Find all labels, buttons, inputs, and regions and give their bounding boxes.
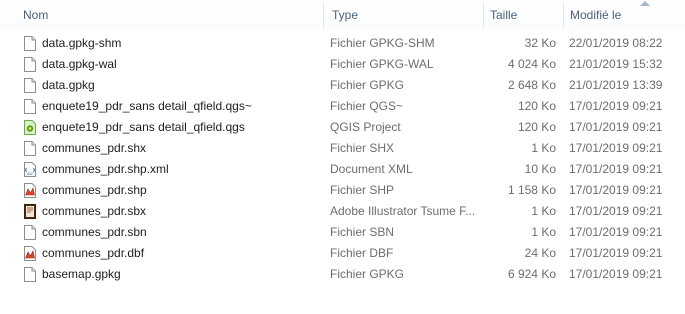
column-header-name[interactable]: Nom bbox=[17, 0, 322, 30]
file-modified-date: 21/01/2019 15:32 bbox=[569, 57, 663, 71]
file-type: Fichier GPKG-WAL bbox=[330, 57, 434, 71]
file-name: data.gpkg-wal bbox=[42, 57, 117, 71]
column-header-size[interactable]: Taille bbox=[484, 0, 562, 30]
file-row[interactable]: data.gpkg-shm Fichier GPKG-SHM 32 Ko 22/01/… bbox=[0, 33, 685, 54]
file-type: Fichier QGS~ bbox=[330, 99, 404, 113]
sort-ascending-icon bbox=[640, 1, 650, 6]
file-row[interactable]: communes_pdr.shx Fichier SHX 1 Ko 17/01/201… bbox=[0, 138, 685, 159]
file-modified-date: 17/01/2019 09:21 bbox=[569, 246, 663, 260]
file-size: 1 Ko bbox=[531, 225, 556, 239]
file-type: Fichier GPKG bbox=[330, 267, 405, 281]
file-name: communes_pdr.dbf bbox=[42, 246, 145, 260]
file-name: communes_pdr.sbx bbox=[42, 204, 147, 218]
xml-document-icon bbox=[24, 162, 36, 177]
file-row[interactable]: enquete19_pdr_sans detail_qfield.qgs~ Fic… bbox=[0, 96, 685, 117]
file-name: communes_pdr.shp bbox=[42, 183, 147, 197]
generic-file-icon bbox=[24, 99, 36, 114]
file-type: Fichier SHP bbox=[330, 183, 395, 197]
file-modified-date: 17/01/2019 09:21 bbox=[569, 141, 663, 155]
file-name: communes_pdr.shx bbox=[42, 141, 147, 155]
file-modified-date: 17/01/2019 09:21 bbox=[569, 267, 663, 281]
column-header-modified[interactable]: Modifié le bbox=[564, 0, 684, 30]
file-modified-date: 17/01/2019 09:21 bbox=[569, 225, 663, 239]
file-size: 1 Ko bbox=[531, 141, 556, 155]
generic-file-icon bbox=[24, 78, 36, 93]
file-type: Fichier GPKG bbox=[330, 78, 405, 92]
file-name: enquete19_pdr_sans detail_qfield.qgs~ bbox=[42, 99, 252, 113]
file-size: 4 024 Ko bbox=[507, 57, 556, 71]
file-row[interactable]: communes_pdr.dbf Fichier DBF 24 Ko 17/01/20… bbox=[0, 243, 685, 264]
generic-file-icon bbox=[24, 267, 36, 282]
file-modified-date: 17/01/2019 09:21 bbox=[569, 183, 663, 197]
file-size: 2 648 Ko bbox=[507, 78, 556, 92]
file-modified-date: 17/01/2019 09:21 bbox=[569, 120, 663, 134]
file-row[interactable]: data.gpkg Fichier GPKG 2 648 Ko 21/01/2019 … bbox=[0, 75, 685, 96]
file-row[interactable]: enquete19_pdr_sans detail_qfield.qgs QGIS… bbox=[0, 117, 685, 138]
illustrator-file-icon bbox=[24, 204, 36, 219]
shapefile-icon bbox=[24, 183, 36, 198]
file-modified-date: 17/01/2019 09:21 bbox=[569, 99, 663, 113]
generic-file-icon bbox=[24, 141, 36, 156]
file-name: basemap.gpkg bbox=[42, 267, 121, 281]
generic-file-icon bbox=[24, 57, 36, 72]
file-size: 1 158 Ko bbox=[507, 183, 556, 197]
file-modified-date: 21/01/2019 13:39 bbox=[569, 78, 663, 92]
generic-file-icon bbox=[24, 225, 36, 240]
file-row[interactable]: data.gpkg-wal Fichier GPKG-WAL 4 024 Ko 21/… bbox=[0, 54, 685, 75]
file-row[interactable]: basemap.gpkg Fichier GPKG 6 924 Ko 17/01/20… bbox=[0, 264, 685, 285]
generic-file-icon bbox=[24, 36, 36, 51]
file-name: communes_pdr.sbn bbox=[42, 225, 147, 239]
file-row[interactable]: communes_pdr.sbn Fichier SBN 1 Ko 17/01/201… bbox=[0, 222, 685, 243]
file-size: 1 Ko bbox=[531, 204, 556, 218]
file-modified-date: 17/01/2019 09:21 bbox=[569, 204, 663, 218]
file-type: Fichier SBN bbox=[330, 225, 395, 239]
file-size: 120 Ko bbox=[517, 120, 556, 134]
file-name: data.gpkg-shm bbox=[42, 36, 122, 50]
column-divider[interactable] bbox=[323, 2, 324, 28]
file-size: 6 924 Ko bbox=[507, 267, 556, 281]
file-modified-date: 22/01/2019 08:22 bbox=[569, 36, 663, 50]
dbf-file-icon bbox=[24, 246, 36, 261]
file-type: Fichier DBF bbox=[330, 246, 394, 260]
file-type: Fichier SHX bbox=[330, 141, 395, 155]
file-list: data.gpkg-shm Fichier GPKG-SHM 32 Ko 22/01/… bbox=[0, 33, 685, 285]
file-size: 120 Ko bbox=[517, 99, 556, 113]
file-row[interactable]: communes_pdr.sbx Adobe Illustrator Tsume … bbox=[0, 201, 685, 222]
file-name: communes_pdr.shp.xml bbox=[42, 162, 169, 176]
file-modified-date: 17/01/2019 09:21 bbox=[569, 162, 663, 176]
file-size: 32 Ko bbox=[524, 36, 556, 50]
file-type: Document XML bbox=[330, 162, 413, 176]
qgis-project-icon bbox=[24, 120, 36, 135]
file-row[interactable]: communes_pdr.shp Fichier SHP 1 158 Ko 17/01… bbox=[0, 180, 685, 201]
column-header-bar: Nom Type Taille Modifié le bbox=[0, 0, 685, 30]
file-name: data.gpkg bbox=[42, 78, 95, 92]
file-type: QGIS Project bbox=[330, 120, 401, 134]
column-header-type[interactable]: Type bbox=[326, 0, 482, 30]
file-type: Fichier GPKG-SHM bbox=[330, 36, 435, 50]
file-size: 10 Ko bbox=[524, 162, 556, 176]
file-row[interactable]: communes_pdr.shp.xml Document XML 10 Ko 17/… bbox=[0, 159, 685, 180]
file-size: 24 Ko bbox=[524, 246, 556, 260]
file-type: Adobe Illustrator Tsume F... bbox=[330, 204, 476, 218]
file-name: enquete19_pdr_sans detail_qfield.qgs bbox=[42, 120, 245, 134]
